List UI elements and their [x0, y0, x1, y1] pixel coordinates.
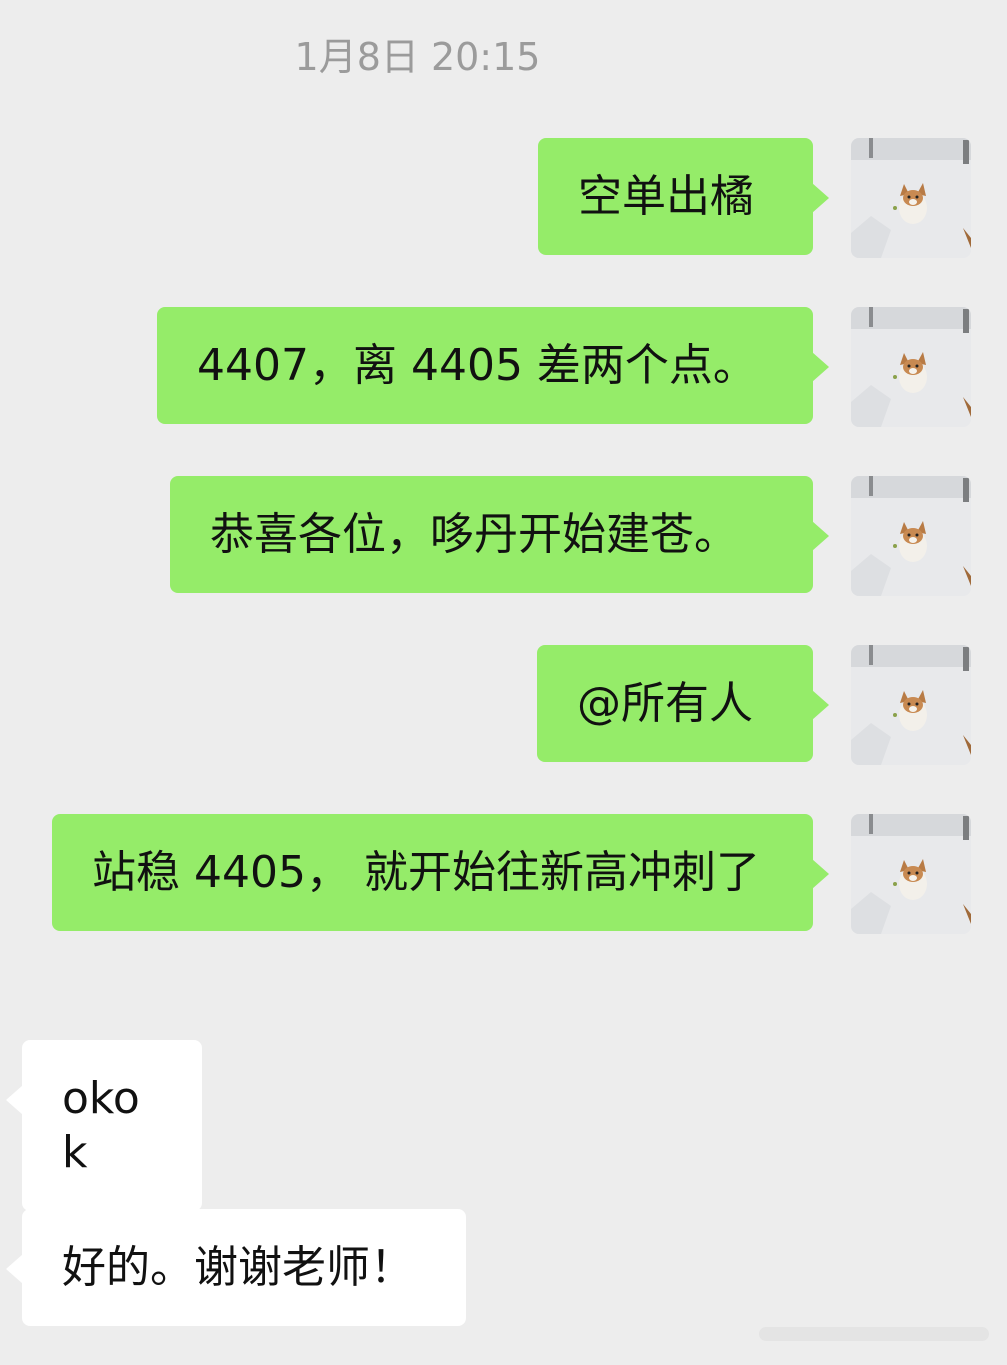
- sender-avatar-icon[interactable]: [851, 645, 971, 765]
- chat-message-bubble[interactable]: 站稳 4405， 就开始往新高冲刺了: [52, 814, 829, 931]
- chat-message-bubble[interactable]: 恭喜各位，哆丹开始建苍。: [170, 476, 829, 593]
- corgi-in-snow-avatar-icon: [851, 138, 971, 258]
- corgi-in-snow-avatar-icon: [851, 307, 971, 427]
- chat-message-text: @所有人: [577, 678, 753, 729]
- sender-avatar-icon[interactable]: [851, 476, 971, 596]
- chat-message-bubble[interactable]: 4407，离 4405 差两个点。: [157, 307, 829, 424]
- sender-avatar-icon[interactable]: [851, 814, 971, 934]
- chat-message-bubble[interactable]: 好的。谢谢老师！: [6, 1209, 466, 1326]
- chat-message-bubble[interactable]: okok: [6, 1040, 202, 1211]
- watermark-icon: [759, 1327, 989, 1341]
- sender-avatar-icon[interactable]: [851, 138, 971, 258]
- chat-message-text: 恭喜各位，哆丹开始建苍。: [210, 509, 738, 560]
- chat-message-text: 好的。谢谢老师！: [62, 1242, 414, 1293]
- chat-message-text: 4407，离 4405 差两个点。: [197, 340, 757, 391]
- corgi-in-snow-avatar-icon: [851, 645, 971, 765]
- chat-message-text: okok: [62, 1073, 140, 1178]
- chat-message-bubble[interactable]: 空单出橘: [538, 138, 829, 255]
- message-timestamp: 1月8日 20:15: [294, 35, 541, 79]
- sender-avatar-icon[interactable]: [851, 307, 971, 427]
- corgi-in-snow-avatar-icon: [851, 814, 971, 934]
- chat-message-text: 站稳 4405， 就开始往新高冲刺了: [92, 847, 760, 898]
- chat-message-bubble[interactable]: @所有人: [537, 645, 829, 762]
- corgi-in-snow-avatar-icon: [851, 476, 971, 596]
- chat-message-text: 空单出橘: [578, 171, 754, 222]
